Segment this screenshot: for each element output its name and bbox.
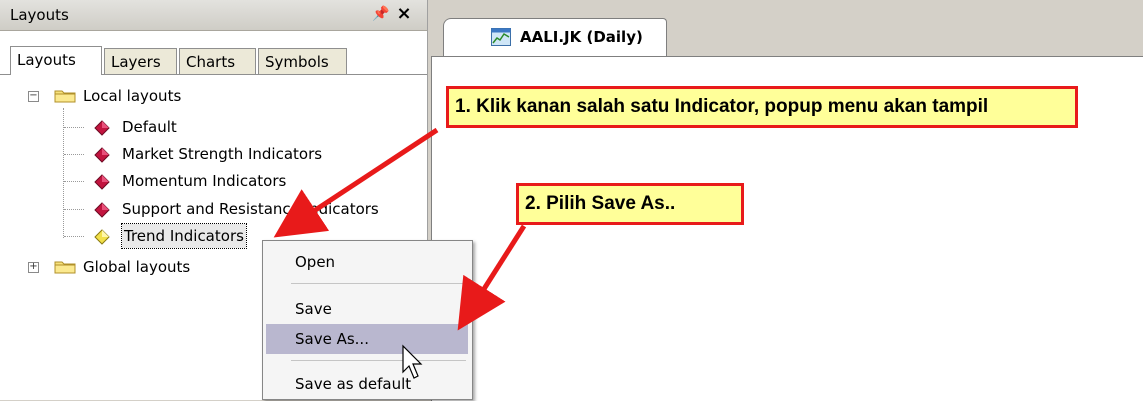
yellow-gem-icon (94, 229, 110, 245)
folder-icon (54, 90, 76, 103)
pin-icon[interactable]: 📌 (372, 4, 390, 24)
tab-layouts[interactable]: Layouts (10, 46, 102, 75)
tree-item-default[interactable]: Default (0, 115, 420, 139)
menu-separator (291, 283, 466, 284)
panel-header: Layouts 📌 × (0, 0, 427, 31)
tree-item-market-strength[interactable]: Market Strength Indicators (0, 142, 420, 166)
tree-node-label: Global layouts (83, 258, 191, 276)
callout-step-1: 1. Klik kanan salah satu Indicator, popu… (446, 86, 1078, 128)
folder-icon (54, 261, 76, 274)
collapse-icon[interactable]: − (28, 91, 39, 102)
tree-item-support-resistance[interactable]: Support and Resistance Indicators (0, 197, 420, 221)
menu-item-open[interactable]: Open (266, 247, 468, 277)
tree-node-global-layouts[interactable]: + Global layouts (0, 255, 260, 279)
chart-icon (491, 28, 511, 46)
callout-step-2: 2. Pilih Save As.. (516, 183, 744, 225)
red-gem-icon (94, 174, 110, 190)
tree-item-label: Trend Indicators (121, 223, 247, 249)
panel-title: Layouts (10, 6, 69, 24)
menu-item-save[interactable]: Save (266, 294, 468, 324)
document-tab-label: AALI.JK (Daily) (520, 28, 643, 46)
context-menu: Open Save Save As... Save as default (262, 240, 473, 400)
tab-charts[interactable]: Charts (179, 48, 256, 74)
tree-item-label: Momentum Indicators (122, 172, 287, 190)
red-gem-icon (94, 202, 110, 218)
tree-node-label: Local layouts (83, 87, 182, 105)
menu-item-save-as[interactable]: Save As... (266, 324, 468, 354)
red-gem-icon (94, 120, 110, 136)
tree-item-label: Default (122, 118, 177, 136)
tree-item-label: Market Strength Indicators (122, 145, 323, 163)
tab-layers[interactable]: Layers (104, 48, 177, 74)
menu-item-save-as-default[interactable]: Save as default (266, 369, 468, 399)
tab-aali-daily[interactable]: AALI.JK (Daily) (443, 18, 667, 56)
menu-separator (291, 360, 466, 361)
expand-icon[interactable]: + (28, 262, 39, 273)
tree-item-momentum[interactable]: Momentum Indicators (0, 169, 420, 193)
tab-symbols[interactable]: Symbols (258, 48, 347, 74)
tree-node-local-layouts[interactable]: − Local layouts (0, 84, 420, 108)
panel-tabstrip: Layouts Layers Charts Symbols (0, 31, 427, 75)
red-gem-icon (94, 147, 110, 163)
tree-item-label: Support and Resistance Indicators (122, 200, 379, 218)
close-icon[interactable]: × (394, 3, 414, 25)
